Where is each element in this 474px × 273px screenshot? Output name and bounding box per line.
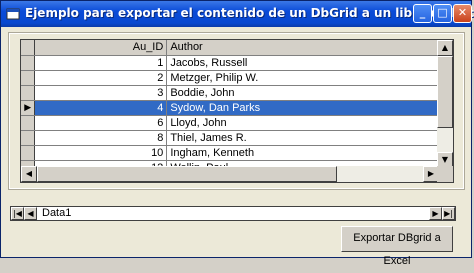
- column-header-au-id[interactable]: Au_ID: [34, 40, 168, 56]
- app-icon: [6, 8, 20, 20]
- grid-header-row: Au_ID Author: [21, 40, 439, 56]
- row-selector-header[interactable]: [21, 40, 36, 56]
- table-row[interactable]: 6 Lloyd, John: [21, 115, 439, 131]
- column-header-author[interactable]: Author: [166, 40, 439, 56]
- move-first-button[interactable]: |◀: [11, 207, 24, 220]
- table-row[interactable]: 1 Jacobs, Russell: [21, 55, 439, 71]
- row-selector[interactable]: [21, 115, 36, 131]
- move-last-button[interactable]: ▶|: [442, 207, 455, 220]
- au-id-cell[interactable]: 10: [34, 145, 168, 161]
- maximize-button[interactable]: □: [433, 4, 452, 23]
- window-title: Ejemplo para exportar el contenido de un…: [25, 6, 474, 20]
- au-id-cell[interactable]: 3: [34, 85, 168, 101]
- table-row[interactable]: 10 Ingham, Kenneth: [21, 145, 439, 161]
- main-window: Ejemplo para exportar el contenido de un…: [0, 0, 474, 267]
- scrollbar-corner: [437, 166, 453, 182]
- move-next-button[interactable]: ▶: [429, 207, 442, 220]
- table-row[interactable]: ▶ 4 Sydow, Dan Parks: [21, 100, 439, 116]
- table-row[interactable]: 2 Metzger, Philip W.: [21, 70, 439, 86]
- author-cell[interactable]: Thiel, James R.: [166, 130, 439, 146]
- au-id-cell[interactable]: 2: [34, 70, 168, 86]
- author-cell[interactable]: Lloyd, John: [166, 115, 439, 131]
- author-cell[interactable]: Jacobs, Russell: [166, 55, 439, 71]
- row-selector[interactable]: [21, 130, 36, 146]
- au-id-cell[interactable]: 8: [34, 130, 168, 146]
- export-to-excel-button[interactable]: Exportar DBgrid a Excel: [341, 226, 453, 267]
- table-row[interactable]: 3 Boddie, John: [21, 85, 439, 101]
- au-id-cell[interactable]: 6: [34, 115, 168, 131]
- scroll-up-button[interactable]: ▲: [437, 40, 453, 56]
- vertical-scrollbar[interactable]: ▲ ▼: [437, 40, 453, 168]
- horizontal-scroll-thumb[interactable]: [37, 166, 337, 182]
- data-control-caption: Data1: [42, 207, 72, 219]
- author-cell[interactable]: Ingham, Kenneth: [166, 145, 439, 161]
- row-selector[interactable]: [21, 55, 36, 71]
- row-selector[interactable]: ▶: [21, 100, 36, 116]
- scroll-left-button[interactable]: ◀: [21, 166, 37, 182]
- vertical-scroll-thumb[interactable]: [437, 56, 453, 128]
- data-control[interactable]: |◀ ◀ Data1 ▶ ▶|: [10, 206, 456, 221]
- au-id-cell[interactable]: 1: [34, 55, 168, 71]
- horizontal-scrollbar[interactable]: ◀ ▶: [21, 166, 439, 182]
- author-cell[interactable]: Boddie, John: [166, 85, 439, 101]
- row-selector[interactable]: [21, 145, 36, 161]
- move-previous-button[interactable]: ◀: [24, 207, 37, 220]
- minimize-button[interactable]: _: [413, 4, 432, 23]
- au-id-cell[interactable]: 4: [34, 100, 168, 116]
- author-cell[interactable]: Sydow, Dan Parks: [166, 100, 439, 116]
- dbgrid[interactable]: Au_ID Author 1 Jacobs, Russell 2 Metzger, P…: [20, 39, 454, 183]
- close-button[interactable]: ✕: [453, 4, 472, 23]
- row-selector[interactable]: [21, 70, 36, 86]
- row-selector[interactable]: [21, 85, 36, 101]
- grid-table: Au_ID Author 1 Jacobs, Russell 2 Metzger, P…: [21, 40, 439, 176]
- author-cell[interactable]: Metzger, Philip W.: [166, 70, 439, 86]
- table-row[interactable]: 8 Thiel, James R.: [21, 130, 439, 146]
- title-bar[interactable]: Ejemplo para exportar el contenido de un…: [1, 1, 474, 27]
